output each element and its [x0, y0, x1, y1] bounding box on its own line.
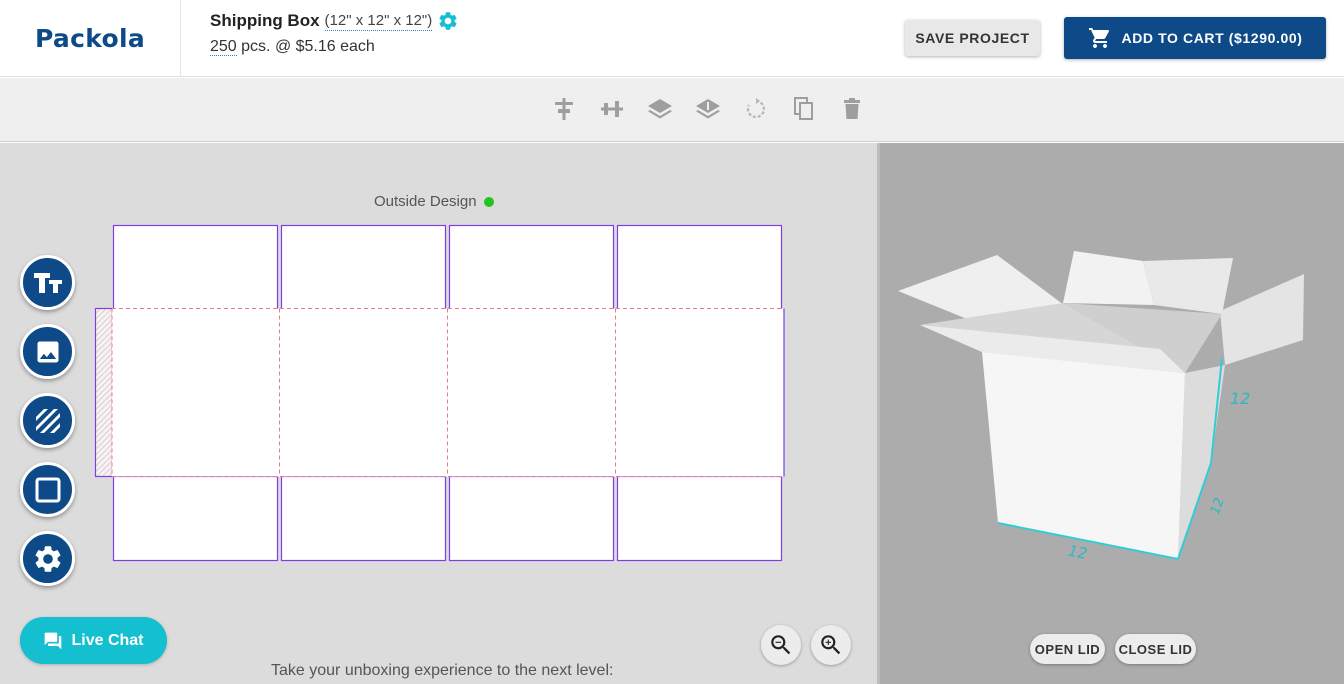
duplicate-icon[interactable] — [791, 96, 817, 122]
product-settings-icon[interactable] — [437, 10, 459, 32]
close-lid-button[interactable]: CLOSE LID — [1115, 634, 1196, 664]
editor-toolbar — [0, 78, 1344, 142]
send-backward-icon[interactable] — [695, 96, 721, 122]
dieline-panels[interactable] — [94, 224, 785, 562]
zoom-out-icon — [771, 635, 791, 655]
promo-text: Take your unboxing experience to the nex… — [271, 662, 614, 679]
zoom-in-icon — [821, 635, 841, 655]
cart-icon — [1088, 28, 1109, 48]
dimension-label-depth: 12 — [1208, 496, 1228, 517]
product-summary: Shipping Box (12" x 12" x 12") 250 pcs. … — [210, 10, 459, 56]
align-top-icon[interactable] — [551, 96, 577, 122]
zoom-in-button[interactable] — [811, 625, 851, 665]
add-text-button[interactable] — [20, 255, 75, 310]
add-shape-button[interactable] — [20, 462, 75, 517]
product-dimensions[interactable]: (12" x 12" x 12") — [324, 12, 433, 31]
live-chat-button[interactable]: Live Chat — [20, 617, 167, 664]
open-lid-button[interactable]: OPEN LID — [1030, 634, 1105, 664]
status-dot — [483, 196, 494, 207]
settings-icon — [35, 545, 60, 572]
quantity-price-text: pcs. @ $5.16 each — [236, 38, 375, 55]
app-header: Packola Shipping Box (12" x 12" x 12") 2… — [0, 0, 1344, 77]
box-dieline[interactable] — [94, 224, 786, 564]
text-icon — [33, 272, 62, 293]
design-side-label[interactable]: Outside Design — [374, 193, 494, 210]
align-center-icon[interactable] — [599, 96, 625, 122]
dimension-label-height: 12 — [1230, 389, 1250, 408]
zoom-out-button[interactable] — [761, 625, 801, 665]
add-to-cart-button[interactable]: ADD TO CART ($1290.00) — [1064, 17, 1326, 59]
design-side-text: Outside Design — [374, 193, 477, 210]
add-pattern-button[interactable] — [20, 393, 75, 448]
quantity-value[interactable]: 250 — [210, 38, 237, 56]
live-chat-label: Live Chat — [71, 631, 144, 649]
add-to-cart-label: ADD TO CART ($1290.00) — [1121, 30, 1303, 46]
rotate-icon[interactable] — [743, 96, 769, 122]
save-project-button[interactable]: SAVE PROJECT — [905, 20, 1040, 56]
bring-forward-icon[interactable] — [647, 96, 673, 122]
shape-icon — [35, 477, 60, 502]
pattern-icon — [35, 408, 60, 433]
dimension-label-width: 12 — [1067, 542, 1089, 563]
add-image-button[interactable] — [20, 324, 75, 379]
3d-box-preview[interactable]: 12 12 12 — [880, 143, 1344, 684]
delete-icon[interactable] — [839, 96, 865, 122]
packola-logo[interactable]: Packola — [35, 24, 145, 53]
design-settings-button[interactable] — [20, 531, 75, 586]
chat-icon — [45, 632, 62, 649]
logo-container[interactable]: Packola — [0, 0, 181, 77]
image-icon — [37, 341, 58, 362]
product-name: Shipping Box — [210, 11, 320, 30]
